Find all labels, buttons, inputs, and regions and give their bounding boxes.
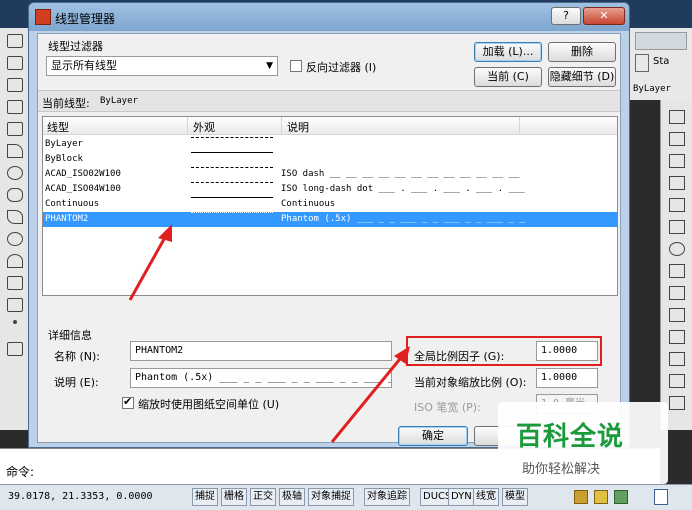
arrow-head-icon [158, 224, 172, 242]
coordinate-readout: 39.0178, 21.3353, 0.0000 [8, 491, 153, 502]
status-osnap[interactable]: 对象捕捉 [308, 488, 354, 506]
command-prompt: 命令: [6, 465, 35, 479]
status-model[interactable]: 模型 [502, 488, 528, 506]
status-ortho[interactable]: 正交 [250, 488, 276, 506]
arrow-to-global-scale [330, 353, 406, 443]
arrow-to-selected-row [128, 231, 170, 301]
annotation-scale-icon[interactable] [574, 490, 588, 504]
watermark-subtitle: 助你轻松解决 [522, 462, 601, 477]
clean-screen-icon[interactable] [654, 489, 668, 505]
status-polar[interactable]: 极轴 [279, 488, 305, 506]
status-lineweight[interactable]: 线宽 [473, 488, 499, 506]
status-dyn[interactable]: DYN [448, 488, 475, 506]
status-grid[interactable]: 栅格 [221, 488, 247, 506]
lock-icon[interactable] [594, 490, 608, 504]
watermark-logo: 百科全说 助你轻松解决 [498, 402, 668, 484]
tray-settings-icon[interactable] [614, 490, 628, 504]
watermark-title: 百科全说 [516, 422, 625, 452]
status-bar: 39.0178, 21.3353, 0.0000 捕捉 栅格 正交 极轴 对象捕… [0, 484, 692, 510]
status-snap[interactable]: 捕捉 [192, 488, 218, 506]
status-otrack[interactable]: 对象追踪 [364, 488, 410, 506]
